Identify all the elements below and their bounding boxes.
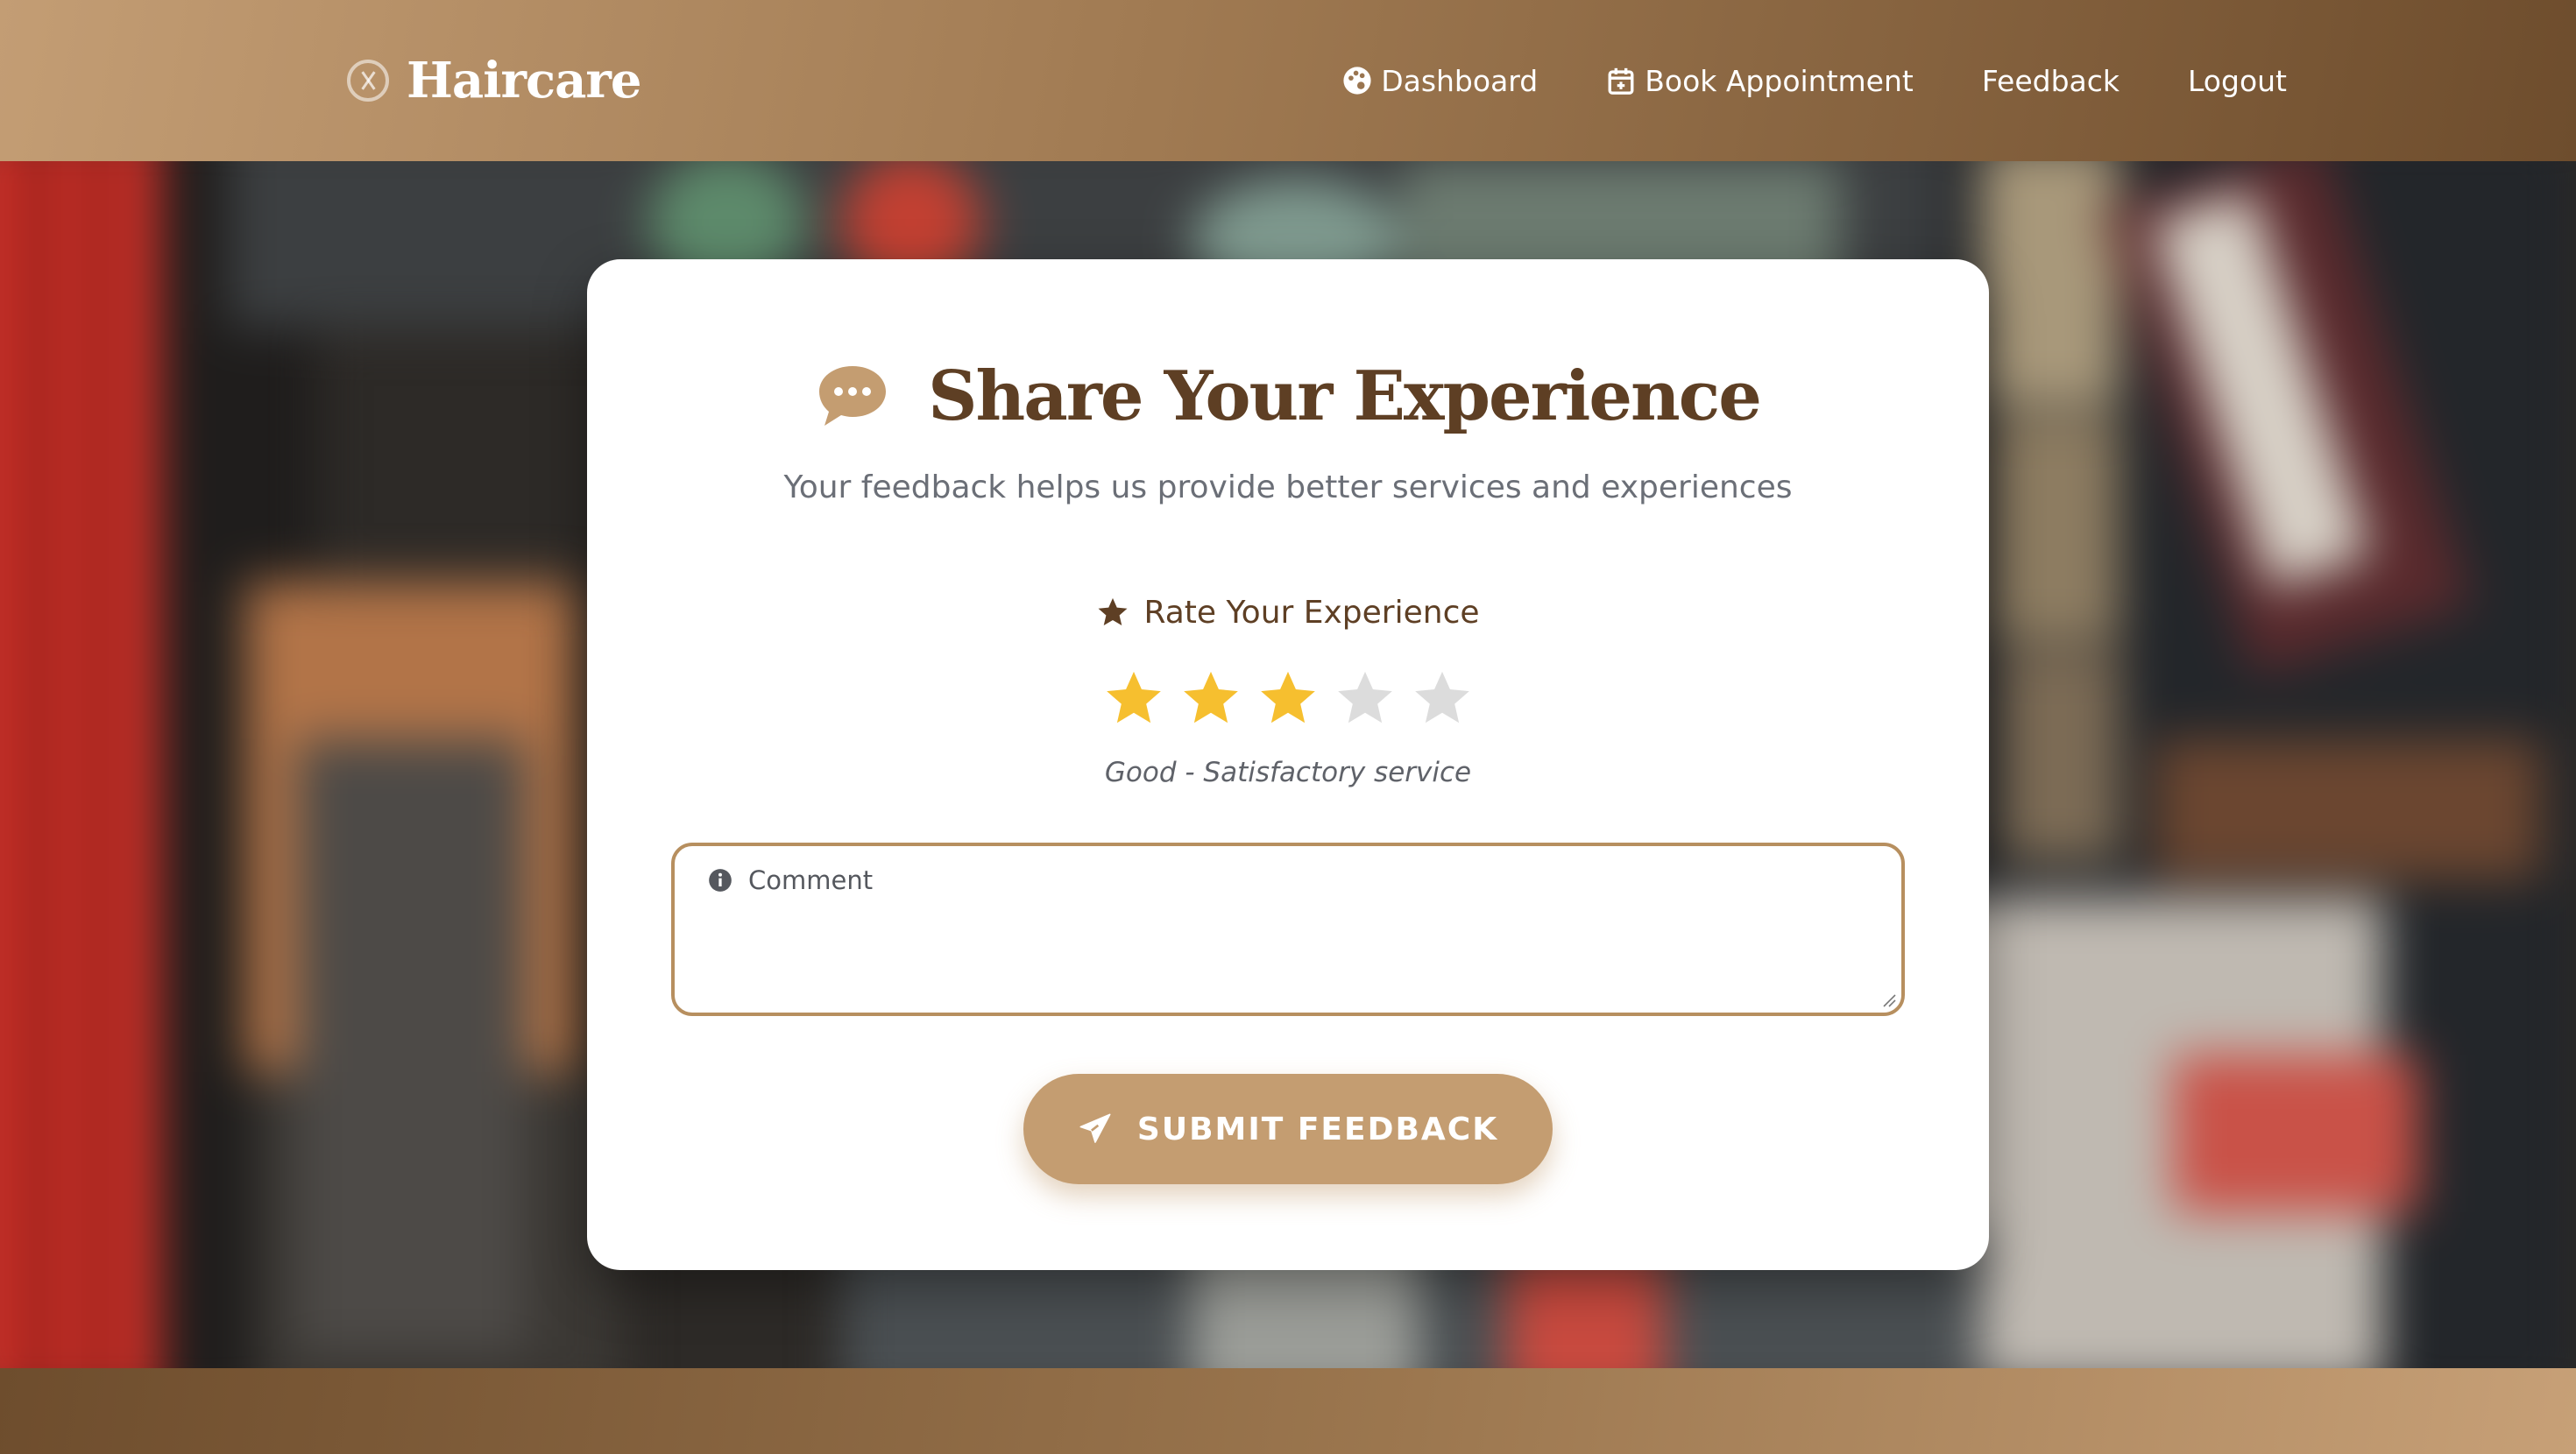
star-rating — [587, 667, 1989, 741]
rating-star-3[interactable] — [1256, 667, 1320, 732]
nav-feedback[interactable]: Feedback — [1982, 64, 2120, 98]
rating-header: Rate Your Experience — [587, 590, 1989, 634]
info-icon — [709, 869, 732, 892]
submit-feedback-label: SUBMIT FEEDBACK — [1136, 1111, 1499, 1147]
comment-label-row: Comment — [708, 865, 873, 895]
comment-label: Comment — [748, 865, 874, 895]
nav-dashboard[interactable]: Dashboard — [1342, 64, 1538, 98]
rating-star-5[interactable] — [1410, 667, 1475, 732]
submit-feedback-button[interactable]: SUBMIT FEEDBACK — [1023, 1074, 1553, 1184]
nav-dashboard-label: Dashboard — [1381, 63, 1539, 98]
feedback-card: Share Your Experience Your feedback help… — [587, 259, 1989, 1270]
page-subtitle: Your feedback helps us provide better se… — [783, 469, 1793, 505]
main-nav: Dashboard Book Appointment Feedback Logo… — [1342, 54, 2287, 107]
top-navbar: Haircare Dashboard Book Appointment Feed… — [0, 0, 2576, 161]
star-icon — [1099, 597, 1128, 626]
title-row: Share Your Experience — [587, 354, 1989, 438]
rating-star-4[interactable] — [1333, 667, 1398, 732]
rating-label: Rate Your Experience — [1143, 594, 1480, 631]
rating-star-1[interactable] — [1101, 667, 1166, 732]
scissors-circle-icon — [347, 60, 389, 102]
nav-feedback-label: Feedback — [1981, 63, 2120, 98]
nav-logout[interactable]: Logout — [2188, 64, 2287, 98]
calendar-plus-icon — [1608, 67, 1634, 95]
brand-name: Haircare — [407, 52, 641, 109]
brand-logo[interactable]: Haircare — [347, 49, 641, 112]
comment-input[interactable] — [706, 906, 1872, 993]
palette-icon — [1343, 67, 1371, 95]
nav-book-appointment-label: Book Appointment — [1645, 63, 1914, 98]
comment-field[interactable]: Comment — [671, 843, 1905, 1016]
nav-book-appointment[interactable]: Book Appointment — [1606, 64, 1914, 98]
nav-logout-label: Logout — [2188, 63, 2287, 98]
paper-plane-icon — [1079, 1113, 1111, 1143]
footer-bar — [0, 1368, 2576, 1454]
page-title: Share Your Experience — [928, 356, 1762, 436]
rating-star-2[interactable] — [1178, 667, 1243, 732]
rating-description: Good - Satisfactory service — [1104, 757, 1472, 788]
chat-bubble-icon — [819, 366, 887, 426]
resize-grip-icon[interactable] — [1880, 992, 1896, 1007]
